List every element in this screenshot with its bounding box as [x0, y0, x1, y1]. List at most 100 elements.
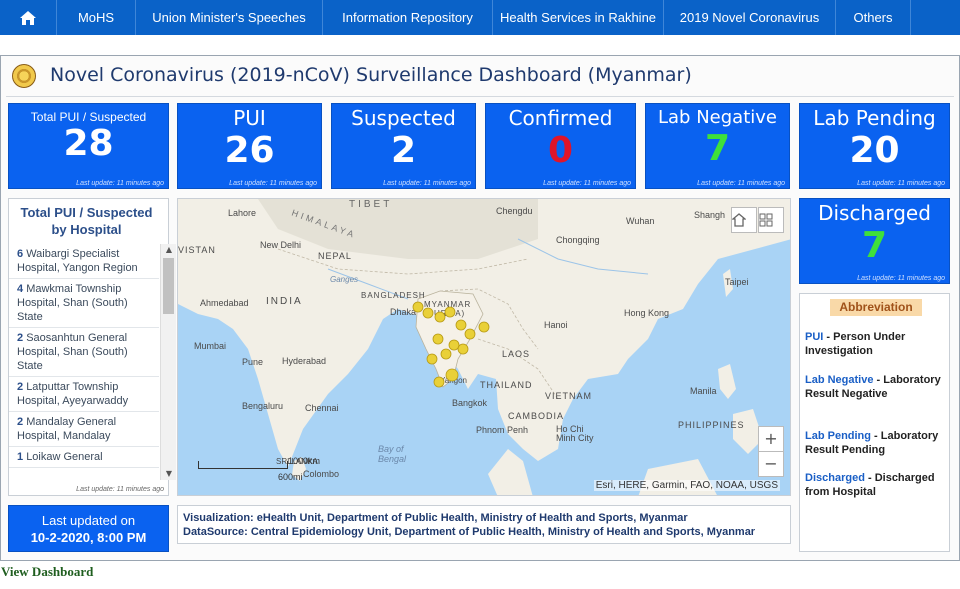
home-extent-button[interactable]: [731, 207, 757, 233]
card-total-pui-suspected: Total PUI / Suspected 28 Last update: 11…: [8, 103, 169, 189]
list-item-name: Saosanhtun General Hospital, Shan (South…: [17, 332, 128, 372]
card-value: 2: [390, 130, 417, 171]
map-label: Chongqing: [556, 235, 600, 245]
card-updated: Last update: 11 minutes ago: [383, 180, 471, 187]
basemap-gallery-button[interactable]: [758, 207, 784, 233]
list-item-name: Latputtar Township Hospital, Ayeyarwaddy: [17, 381, 129, 407]
zoom-in-button[interactable]: +: [758, 426, 784, 452]
visualization-credit: Visualization: eHealth Unit, Department …: [183, 512, 688, 524]
scale-bar: [198, 461, 288, 469]
map-label: Manila: [690, 386, 717, 396]
nav-item-others[interactable]: Others: [836, 0, 911, 35]
card-updated: Last update: 11 minutes ago: [229, 180, 317, 187]
list-item[interactable]: 1 Loikaw General: [9, 447, 159, 468]
abbreviation-title: Abbreviation: [830, 299, 922, 316]
card-label: PUI: [233, 106, 266, 130]
map-label: BANGLADESH: [361, 291, 426, 300]
home-icon: [732, 213, 746, 227]
page-title: Novel Coronavirus (2019-nCoV) Surveillan…: [50, 64, 692, 86]
hospital-list-title-line2: by Hospital: [51, 222, 122, 237]
card-updated: Last update: 11 minutes ago: [857, 180, 945, 187]
list-item[interactable]: 2 Saosanhtun General Hospital, Shan (Sou…: [9, 328, 159, 377]
scroll-down-icon[interactable]: ▼: [161, 468, 177, 480]
scale-label-km: 1000km: [288, 456, 321, 466]
nav-item-rakhine[interactable]: Health Services in Rakhine: [493, 0, 664, 35]
list-item[interactable]: 2 Mandalay General Hospital, Mandalay: [9, 412, 159, 447]
zoom-out-button[interactable]: −: [758, 451, 784, 477]
card-label: Lab Pending: [813, 106, 936, 130]
nav-item-repository[interactable]: Information Repository: [323, 0, 493, 35]
map-label: THAILAND: [480, 380, 533, 390]
map-label: INDIA: [266, 296, 303, 307]
map-label: Phnom Penh: [476, 425, 529, 435]
list-item-count: 2: [17, 332, 24, 344]
source-box: Visualization: eHealth Unit, Department …: [177, 505, 791, 544]
card-value: 7: [861, 225, 888, 266]
abbreviation-key: Discharged: [805, 472, 865, 484]
card-label: Lab Negative: [658, 107, 777, 128]
list-item-name: Waibargi Specialist Hospital, Yangon Reg…: [17, 248, 138, 274]
header-divider: [6, 96, 954, 97]
card-suspected: Suspected 2 Last update: 11 minutes ago: [331, 103, 476, 189]
datasource-credit: DataSource: Central Epidemiology Unit, D…: [183, 526, 756, 538]
map-label: Hong Kong: [624, 308, 670, 318]
map-label: VIETNAM: [545, 391, 593, 401]
map-label: Shangh: [694, 210, 726, 220]
map-label: Taipei: [725, 277, 749, 287]
map-label: Ho Chi Minh City: [556, 424, 594, 443]
abbreviation-key: Lab Pending: [805, 430, 871, 442]
card-label: Suspected: [351, 106, 456, 130]
hospital-list-title-line1: Total PUI / Suspected: [20, 205, 153, 220]
map-label: CAMBODIA: [508, 411, 565, 421]
scroll-up-icon[interactable]: ▲: [161, 244, 177, 256]
card-updated: Last update: 11 minutes ago: [76, 180, 164, 187]
card-value: 28: [63, 123, 114, 164]
scale-label-mi: 600mi: [278, 472, 303, 482]
list-item[interactable]: 6 Waibargi Specialist Hospital, Yangon R…: [9, 244, 159, 279]
map-view[interactable]: TIBET HIMALAYA Lahore New Delhi NEPAL Ga…: [177, 198, 791, 496]
list-item-name: Mandalay General Hospital, Mandalay: [17, 416, 117, 442]
list-item[interactable]: 4 Mawkmai Township Hospital, Shan (South…: [9, 279, 159, 328]
map-label: Yangon: [440, 376, 467, 385]
card-updated: Last update: 11 minutes ago: [857, 275, 945, 282]
card-updated: Last update: 11 minutes ago: [543, 180, 631, 187]
hospital-list-scrollbar[interactable]: ▲ ▼: [160, 244, 176, 480]
nav-item-coronavirus[interactable]: 2019 Novel Coronavirus: [664, 0, 836, 35]
card-label: Discharged: [818, 201, 931, 225]
hospital-list[interactable]: 6 Waibargi Specialist Hospital, Yangon R…: [9, 244, 159, 480]
map-label: Lahore: [228, 208, 257, 218]
map-label: Dhaka: [390, 307, 417, 317]
abbreviation-panel: Abbreviation PUI - Person Under Investig…: [799, 293, 950, 552]
view-dashboard-link[interactable]: View Dashboard: [1, 564, 93, 580]
map-label: Chennai: [305, 403, 339, 413]
card-pui: PUI 26 Last update: 11 minutes ago: [177, 103, 322, 189]
map-label: VISTAN: [178, 245, 216, 255]
home-button[interactable]: [0, 0, 57, 35]
map-label: TIBET: [349, 199, 393, 210]
list-item[interactable]: 2 Latputtar Township Hospital, Ayeyarwad…: [9, 377, 159, 412]
card-label: Confirmed: [508, 106, 613, 130]
abbreviation-item: PUI - Person Under Investigation: [805, 330, 947, 358]
map-label: Bengaluru: [242, 401, 284, 411]
map-label: Hanoi: [544, 320, 568, 330]
list-item-name: Mawkmai Township Hospital, Shan (South) …: [17, 283, 128, 323]
map-label: NEPAL: [318, 251, 352, 261]
list-item-count: 6: [17, 248, 24, 260]
map-label: Bangkok: [452, 398, 488, 408]
abbreviation-item: Discharged - Discharged from Hospital: [805, 471, 947, 499]
map-label: Hyderabad: [282, 356, 327, 366]
nav-filler: [911, 0, 960, 35]
last-updated-value: 10-2-2020, 8:00 PM: [30, 530, 147, 545]
nav-item-speeches[interactable]: Union Minister's Speeches: [136, 0, 323, 35]
map-label: Pune: [242, 357, 264, 367]
scrollbar-thumb[interactable]: [163, 258, 174, 314]
map-label: Wuhan: [626, 216, 655, 226]
map-attribution: Esri, HERE, Garmin, FAO, NOAA, USGS: [593, 480, 780, 491]
card-value: 7: [704, 128, 731, 169]
nav-item-mohs[interactable]: MoHS: [57, 0, 136, 35]
list-item-count: 2: [17, 416, 24, 428]
map-label: Colombo: [303, 469, 340, 479]
map-label: Mumbai: [194, 341, 227, 351]
list-item-count: 1: [17, 451, 24, 463]
card-value: 20: [849, 130, 900, 171]
